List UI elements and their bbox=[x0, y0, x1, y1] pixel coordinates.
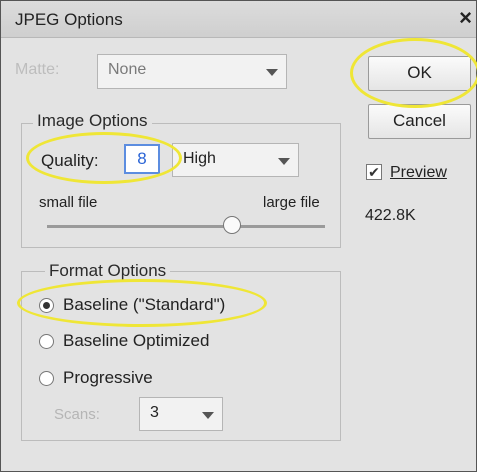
slider-max-label: large file bbox=[263, 194, 320, 211]
cancel-button[interactable]: Cancel bbox=[368, 104, 471, 139]
matte-dropdown[interactable]: None bbox=[97, 54, 287, 89]
baseline-standard-label[interactable]: Baseline ("Standard") bbox=[63, 295, 225, 315]
scans-value: 3 bbox=[150, 404, 159, 421]
close-icon[interactable]: × bbox=[459, 5, 472, 31]
image-options-legend: Image Options bbox=[33, 111, 152, 131]
preview-checkbox[interactable]: ✔ bbox=[366, 164, 382, 180]
slider-min-label: small file bbox=[39, 194, 98, 211]
quality-label: Quality: bbox=[41, 151, 99, 170]
preview-label[interactable]: Preview bbox=[390, 164, 447, 182]
chevron-down-icon bbox=[278, 158, 290, 165]
matte-label: Matte: bbox=[15, 61, 60, 78]
scans-dropdown[interactable]: 3 bbox=[139, 397, 223, 431]
matte-value: None bbox=[108, 61, 147, 78]
baseline-optimized-radio[interactable] bbox=[39, 334, 54, 349]
format-options-legend: Format Options bbox=[45, 261, 171, 281]
quality-input[interactable]: 8 bbox=[124, 144, 160, 174]
chevron-down-icon bbox=[202, 412, 214, 419]
progressive-label[interactable]: Progressive bbox=[63, 368, 153, 388]
quality-slider-thumb[interactable] bbox=[223, 216, 241, 234]
ok-button[interactable]: OK bbox=[368, 56, 471, 91]
baseline-optimized-label[interactable]: Baseline Optimized bbox=[63, 331, 209, 351]
file-size-value: 422.8K bbox=[365, 207, 416, 224]
quality-preset-value: High bbox=[183, 150, 216, 167]
chevron-down-icon bbox=[266, 69, 278, 76]
jpeg-options-dialog: JPEG Options × Matte: None OK Cancel Ima… bbox=[0, 0, 477, 472]
image-options-group bbox=[21, 123, 341, 248]
title-bar: JPEG Options × bbox=[1, 1, 476, 38]
quality-preset-dropdown[interactable]: High bbox=[172, 143, 299, 177]
progressive-radio[interactable] bbox=[39, 371, 54, 386]
baseline-standard-radio[interactable] bbox=[39, 298, 54, 313]
scans-label: Scans: bbox=[54, 406, 100, 423]
quality-slider-track[interactable] bbox=[47, 225, 325, 228]
dialog-title: JPEG Options bbox=[15, 10, 123, 29]
